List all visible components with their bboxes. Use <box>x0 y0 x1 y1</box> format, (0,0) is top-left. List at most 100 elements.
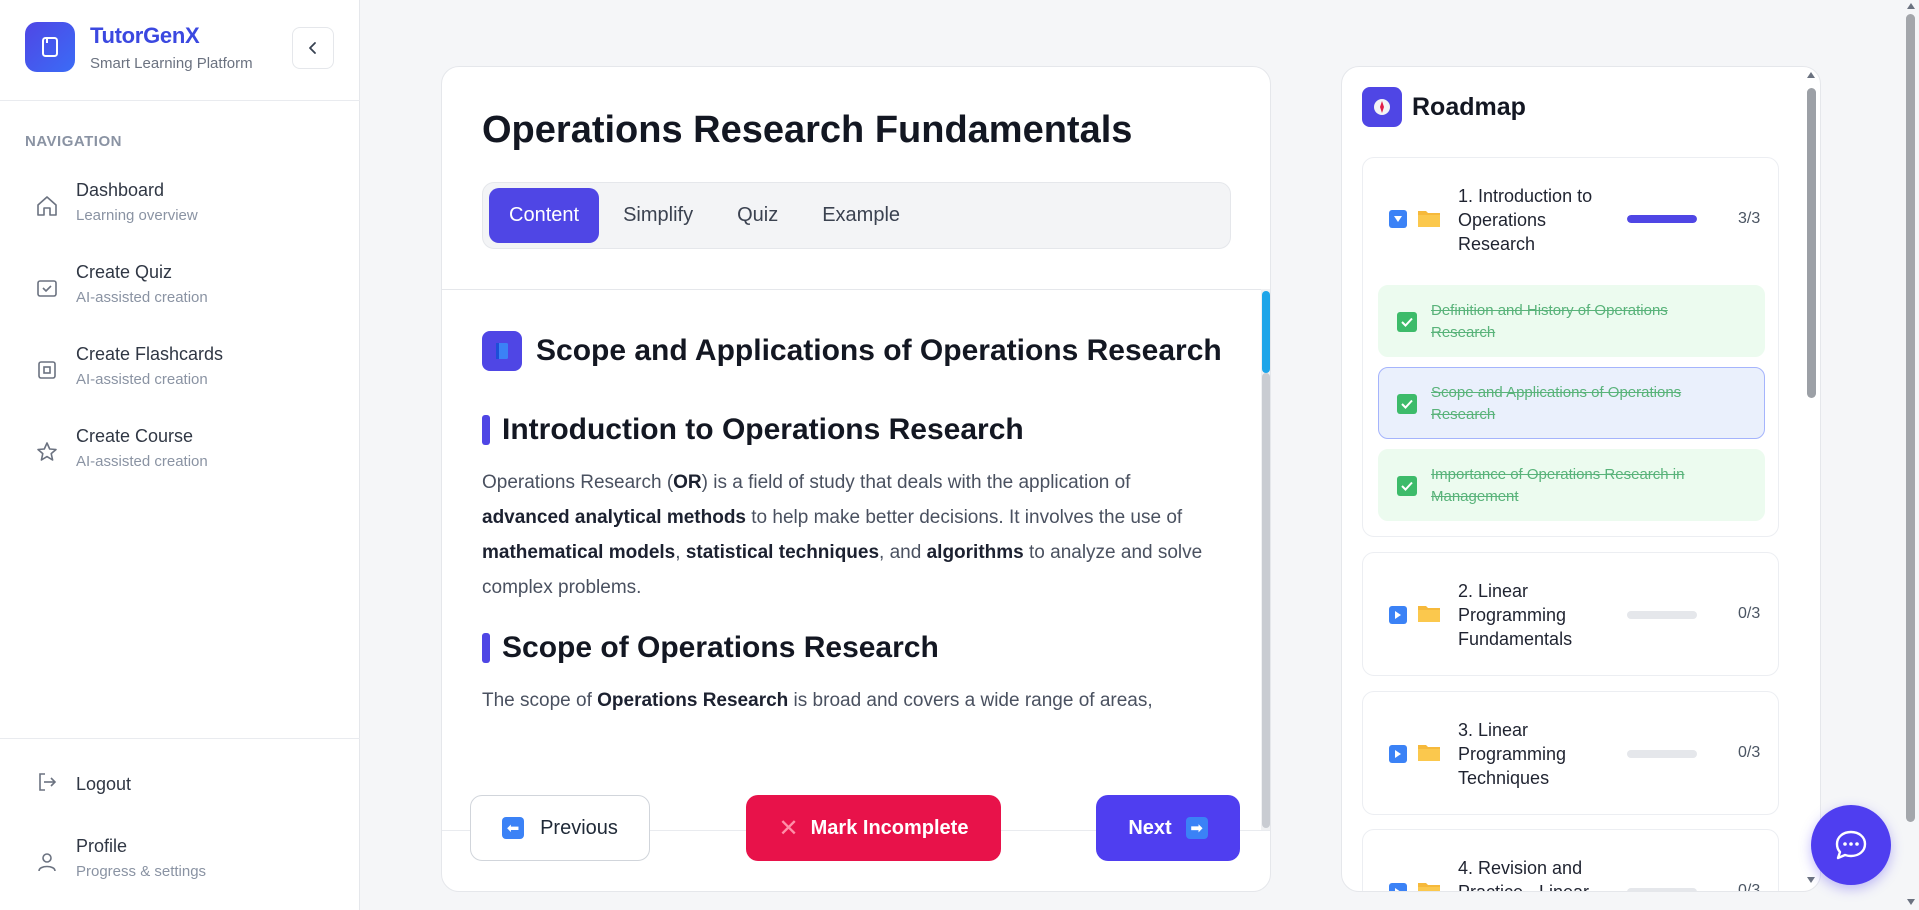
sidebar-item-sublabel: AI-assisted creation <box>76 453 208 470</box>
next-label: Next <box>1128 816 1172 839</box>
sidebar-item-create-quiz[interactable]: Create Quiz AI-assisted creation <box>25 262 335 332</box>
brand[interactable]: TutorGenX Smart Learning Platform <box>25 22 253 72</box>
quiz-icon <box>25 262 71 305</box>
user-icon <box>25 836 71 879</box>
sidebar-item-sublabel: Progress & settings <box>76 863 207 880</box>
module-count: 0/3 <box>1738 882 1761 892</box>
heading-scope: Scope of Operations Research <box>502 631 939 664</box>
page-scroll-up-icon[interactable] <box>1906 2 1916 10</box>
sidebar-item-create-course[interactable]: Create Course AI-assisted creation <box>25 426 335 496</box>
sidebar-item-dashboard[interactable]: Dashboard Learning overview <box>25 180 335 250</box>
sidebar-item-create-flashcards[interactable]: Create Flashcards AI-assisted creation <box>25 344 335 414</box>
arrow-right-icon: ➡ <box>1185 817 1208 839</box>
divider <box>0 738 360 739</box>
chat-bubble-icon <box>1835 830 1867 860</box>
scroll-up-arrow-icon[interactable] <box>1806 71 1816 79</box>
roadmap-title: Roadmap <box>1412 92 1526 121</box>
lesson-content[interactable]: Scope and Applications of Operations Res… <box>482 317 1242 830</box>
module-progress-bar <box>1627 611 1697 619</box>
folder-icon <box>1417 603 1441 628</box>
lesson-item-2[interactable]: Scope and Applications of Operations Res… <box>1378 367 1765 439</box>
nav-heading: NAVIGATION <box>25 133 122 150</box>
sidebar-item-label: Dashboard <box>76 180 165 200</box>
checkbox-checked-icon <box>1397 394 1417 414</box>
tab-example[interactable]: Example <box>802 188 920 243</box>
roadmap-module-2[interactable]: 2. Linear Programming Fundamentals 0/3 <box>1362 552 1779 676</box>
page-scrollbar-thumb[interactable] <box>1906 14 1915 822</box>
tab-content[interactable]: Content <box>489 188 600 243</box>
roadmap-module-4[interactable]: 4. Revision and Practice - Linear 0/3 <box>1362 829 1779 892</box>
brand-name: TutorGenX <box>90 22 200 48</box>
module-count: 3/3 <box>1738 210 1761 227</box>
page-scroll-down-icon[interactable] <box>1906 898 1916 906</box>
paragraph-scope: The scope of Operations Research is broa… <box>482 690 1153 711</box>
roadmap-panel: Roadmap 1. Introduction to Operations Re… <box>1341 66 1821 892</box>
brand-subtitle: Smart Learning Platform <box>90 54 253 72</box>
book-icon <box>482 331 522 371</box>
caret-right-icon[interactable] <box>1389 606 1407 624</box>
lesson-title: Scope and Applications of Operations Res… <box>1431 384 1682 423</box>
sidebar-item-sublabel: Learning overview <box>76 207 198 224</box>
home-icon <box>25 180 71 223</box>
module-progress-bar <box>1627 750 1697 758</box>
divider <box>0 100 360 101</box>
mark-incomplete-button[interactable]: ✕ Mark Incomplete <box>746 795 1001 861</box>
sidebar-item-profile[interactable]: Profile Progress & settings <box>25 836 335 906</box>
arrow-left-icon: ⬅ <box>502 817 525 839</box>
heading-accent-bar <box>482 633 490 663</box>
module-progress-bar <box>1627 215 1697 223</box>
next-button[interactable]: Next ➡ <box>1096 795 1240 861</box>
chat-button[interactable] <box>1811 805 1891 885</box>
module-title: 1. Introduction to Operations Research <box>1458 186 1593 254</box>
previous-button[interactable]: ⬅ Previous <box>470 795 650 861</box>
roadmap-module-1: 1. Introduction to Operations Research 3… <box>1362 157 1779 537</box>
brand-logo-icon <box>25 22 75 72</box>
tab-quiz[interactable]: Quiz <box>717 188 798 243</box>
star-icon <box>25 426 71 469</box>
compass-icon <box>1362 87 1402 127</box>
divider <box>442 289 1270 290</box>
content-progress-indicator <box>1262 291 1270 373</box>
logout-label: Logout <box>76 774 132 794</box>
caret-right-icon[interactable] <box>1389 745 1407 763</box>
sidebar-item-sublabel: AI-assisted creation <box>76 371 208 388</box>
logout-button[interactable]: Logout <box>25 770 335 840</box>
section-title: Scope and Applications of Operations Res… <box>536 334 1222 367</box>
module-count: 0/3 <box>1738 605 1761 622</box>
sidebar: TutorGenX Smart Learning Platform NAVIGA… <box>0 0 360 910</box>
folder-icon <box>1417 742 1441 767</box>
checkbox-checked-icon <box>1397 312 1417 332</box>
heading-accent-bar <box>482 415 490 445</box>
checkbox-checked-icon <box>1397 476 1417 496</box>
module-title: 4. Revision and Practice - Linear <box>1458 858 1590 892</box>
sidebar-item-label: Profile <box>76 836 128 856</box>
content-scrollbar-thumb[interactable] <box>1262 373 1270 828</box>
lesson-card: Operations Research Fundamentals Content… <box>441 66 1271 892</box>
lesson-item-1[interactable]: Definition and History of Operations Res… <box>1378 285 1765 357</box>
module-header[interactable]: 1. Introduction to Operations Research 3… <box>1363 158 1778 278</box>
tab-simplify[interactable]: Simplify <box>603 188 713 243</box>
folder-icon <box>1417 880 1441 891</box>
lesson-title: Definition and History of Operations Res… <box>1431 302 1668 341</box>
logout-icon <box>25 770 71 799</box>
collapse-sidebar-button[interactable] <box>292 27 334 69</box>
sidebar-item-label: Create Flashcards <box>76 344 224 364</box>
folder-icon <box>1417 208 1441 233</box>
lesson-item-3[interactable]: Importance of Operations Research in Man… <box>1378 449 1765 521</box>
module-title: 3. Linear Programming Techniques <box>1458 720 1567 788</box>
roadmap-scrollbar-thumb[interactable] <box>1807 88 1816 398</box>
caret-down-icon[interactable] <box>1389 210 1407 228</box>
module-progress-bar <box>1627 888 1697 891</box>
sidebar-item-label: Create Quiz <box>76 262 173 282</box>
scroll-down-arrow-icon[interactable] <box>1806 876 1816 884</box>
chevron-left-icon <box>309 42 316 54</box>
module-count: 0/3 <box>1738 744 1761 761</box>
caret-right-icon[interactable] <box>1389 883 1407 891</box>
page-title: Operations Research Fundamentals <box>482 109 1133 151</box>
sidebar-item-label: Create Course <box>76 426 194 446</box>
roadmap-module-3[interactable]: 3. Linear Programming Techniques 0/3 <box>1362 691 1779 815</box>
mark-incomplete-label: Mark Incomplete <box>810 816 969 839</box>
lesson-title: Importance of Operations Research in Man… <box>1431 466 1685 505</box>
tab-bar: Content Simplify Quiz Example <box>482 182 1231 249</box>
cross-icon: ✕ <box>778 814 799 842</box>
